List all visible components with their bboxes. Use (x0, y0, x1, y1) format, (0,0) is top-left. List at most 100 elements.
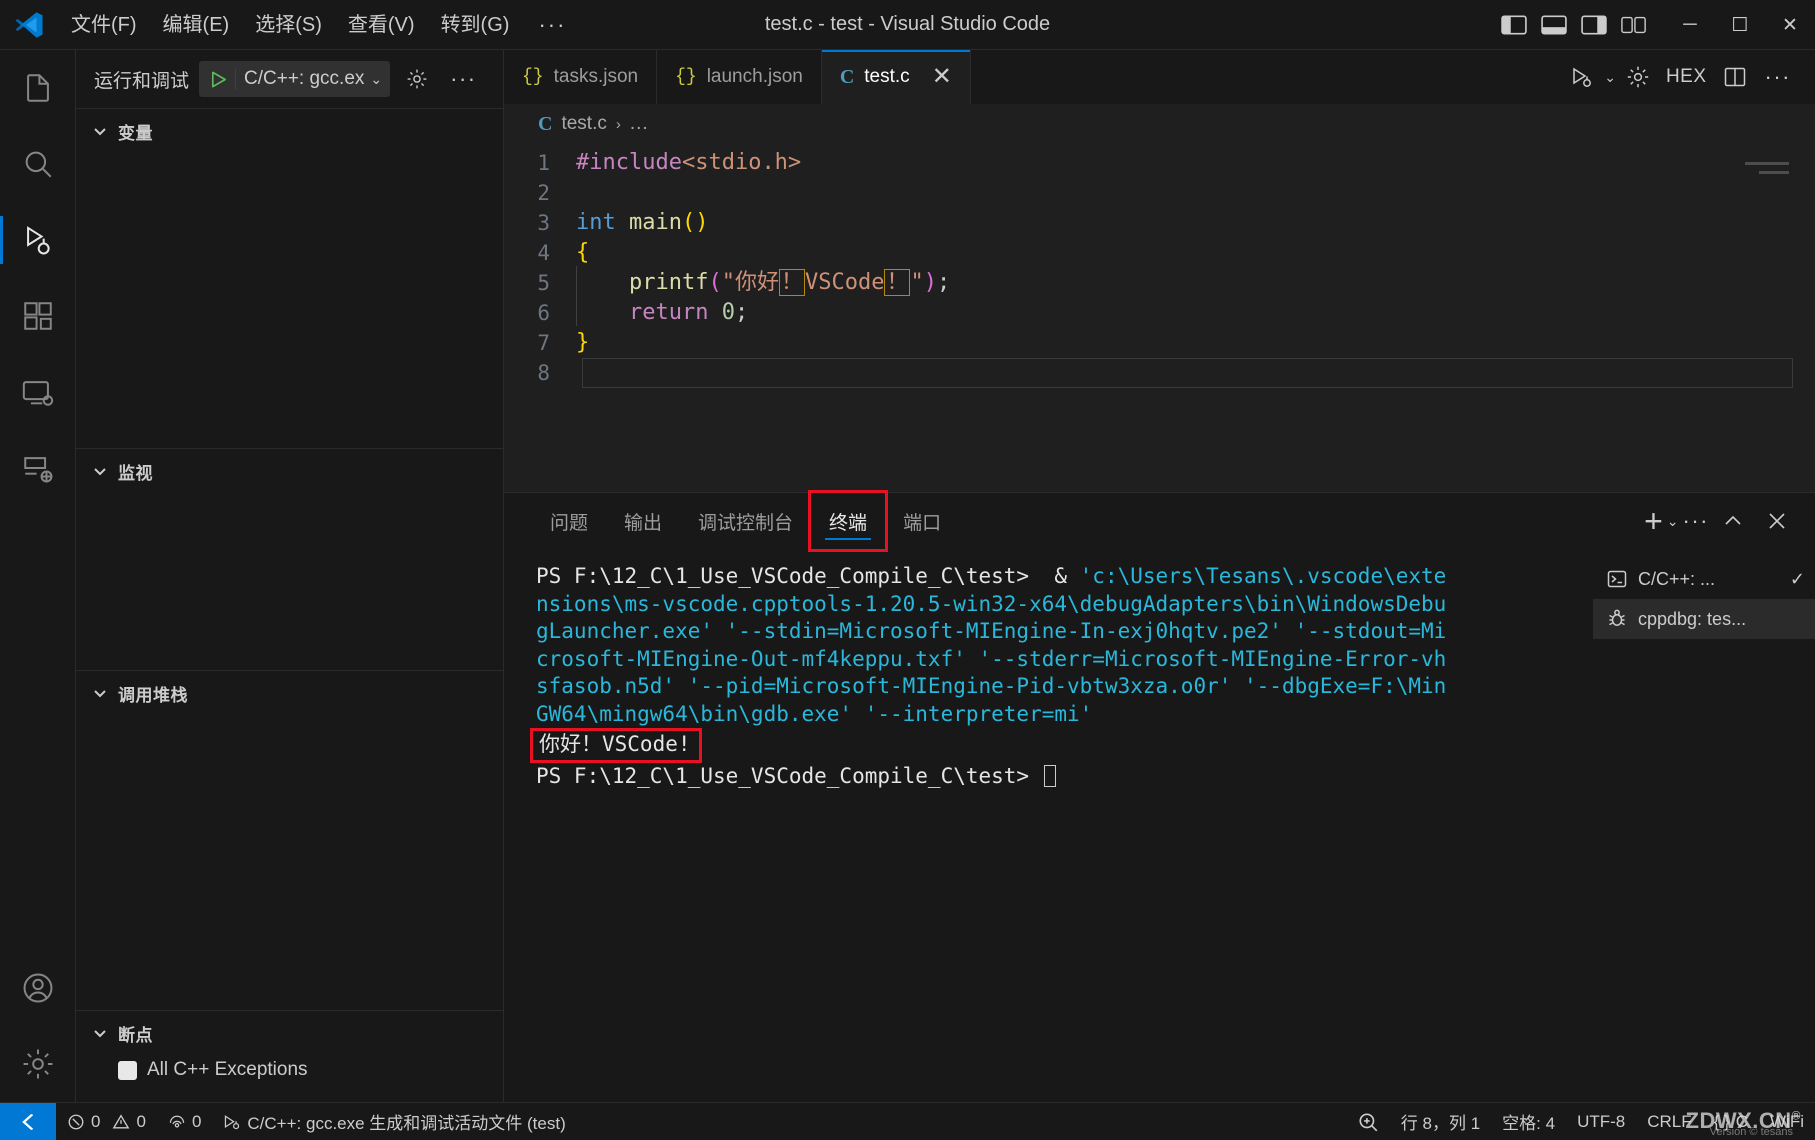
chevron-down-icon[interactable]: ⌄ (366, 71, 386, 88)
activity-extensions-icon[interactable] (0, 278, 76, 354)
cursor-position-status[interactable]: 行 8，列 1 (1390, 1103, 1491, 1140)
json-file-icon: {} (675, 67, 697, 87)
chevron-down-icon[interactable] (90, 683, 110, 703)
activity-remote-explorer-icon[interactable] (0, 354, 76, 430)
debug-views-more-button[interactable]: ··· (444, 66, 482, 92)
port-count: 0 (191, 1111, 202, 1131)
activity-settings-gear-icon[interactable] (0, 1026, 76, 1102)
activity-explorer-icon[interactable] (0, 50, 76, 126)
minimize-button[interactable]: ─ (1665, 0, 1715, 50)
menu-file[interactable]: 文件(F) (58, 0, 150, 50)
menu-go[interactable]: 转到(G) (428, 0, 523, 50)
tab-label: tasks.json (553, 66, 639, 87)
tab-launch-json[interactable]: {} launch.json (657, 50, 822, 104)
breakpoints-pane-header[interactable]: 断点 (76, 1011, 503, 1055)
remote-window-indicator[interactable] (0, 1102, 56, 1140)
new-terminal-button[interactable]: + (1644, 505, 1663, 537)
editor-settings-gear-icon[interactable] (1618, 57, 1658, 97)
activity-search-icon[interactable] (0, 126, 76, 202)
breadcrumb-file[interactable]: test.c (561, 113, 606, 135)
close-panel-icon[interactable] (1757, 501, 1797, 541)
call-stack-pane-header[interactable]: 调用堆栈 (76, 671, 503, 715)
menu-bar[interactable]: 文件(F) 编辑(E) 选择(S) 查看(V) 转到(G) ··· (58, 0, 582, 49)
customize-layout-icon[interactable] (1617, 10, 1651, 40)
tab-test-c[interactable]: C test.c ✕ (821, 50, 971, 104)
chevron-down-icon[interactable] (90, 461, 110, 481)
chevron-down-icon[interactable] (90, 121, 110, 141)
watch-pane-header[interactable]: 监视 (76, 449, 503, 493)
close-tab-icon[interactable]: ✕ (932, 65, 952, 89)
panel-tab-output[interactable]: 输出 (606, 493, 680, 549)
launch-configuration-select[interactable]: C/C++: gcc.ex ⌄ (199, 61, 391, 97)
hex-editor-button[interactable]: HEX (1660, 66, 1713, 88)
breakpoint-list-item[interactable]: All C++ Exceptions (76, 1055, 503, 1081)
toggle-primary-sidebar-icon[interactable] (1497, 10, 1531, 40)
screencast-mode-icon[interactable] (1346, 1103, 1390, 1140)
c-file-icon: C (538, 112, 553, 135)
editor-area: {} tasks.json {} launch.json C test.c ✕ (504, 50, 1815, 1102)
split-editor-icon[interactable] (1715, 57, 1755, 97)
terminal-cursor (1043, 764, 1056, 787)
panel-action-bar: + ⌄ ··· (1644, 501, 1797, 541)
chevron-down-icon[interactable]: ⌄ (1667, 513, 1679, 530)
eol-status[interactable]: CRLF (1636, 1103, 1702, 1140)
terminal-list-item-cpp[interactable]: C/C++: ... ✓ (1593, 559, 1815, 599)
line-text: int main() (576, 210, 709, 235)
code-editor[interactable]: 1 #include<stdio.h> 2 3 int main() 4 {5… (504, 144, 1815, 492)
watermark-subtitle: Version © tesans (1709, 1126, 1793, 1138)
activity-testing-icon[interactable] (0, 430, 76, 506)
activity-run-debug-icon[interactable] (0, 202, 76, 278)
breadcrumb-symbol[interactable]: ... (630, 113, 649, 135)
code-content[interactable]: 1 #include<stdio.h> 2 3 int main() 4 {5… (504, 144, 1815, 388)
panel-tab-ports[interactable]: 端口 (885, 493, 959, 549)
menu-overflow-button[interactable]: ··· (522, 0, 582, 50)
ports-status[interactable]: 0 (157, 1103, 212, 1140)
status-bar: 0 0 0 C/C++: gcc.exe 生成和调试活动文件 (test) 行 … (0, 1102, 1815, 1140)
open-launch-json-gear-icon[interactable] (400, 62, 434, 96)
menu-edit[interactable]: 编辑(E) (150, 0, 243, 50)
maximize-panel-icon[interactable] (1713, 501, 1753, 541)
terminal-line: crosoft-MIEngine-Out-mf4keppu.txf' '--st… (536, 646, 1447, 671)
tab-tasks-json[interactable]: {} tasks.json (504, 50, 658, 104)
problems-status[interactable]: 0 0 (56, 1103, 157, 1140)
chevron-down-icon[interactable]: ⌄ (1604, 69, 1616, 86)
terminal-list-item-label: C/C++: ... (1638, 568, 1716, 589)
activity-accounts-icon[interactable] (0, 950, 76, 1026)
editor-more-actions-button[interactable]: ··· (1757, 64, 1799, 90)
panel-tab-label: 终端 (829, 512, 868, 534)
panel-tab-debug-console[interactable]: 调试控制台 (680, 493, 811, 549)
bottom-panel: 问题 输出 调试控制台 终端 端口 + ⌄ ··· PS F:\12_C\1_U… (504, 490, 1815, 1102)
terminal-output[interactable]: PS F:\12_C\1_Use_VSCode_Compile_C\test> … (504, 549, 1593, 1102)
minimap-marker (1745, 162, 1789, 165)
toggle-panel-icon[interactable] (1537, 10, 1571, 40)
variables-pane-header[interactable]: 变量 (76, 109, 503, 153)
debug-bug-icon (1605, 609, 1629, 629)
line-number: 8 (537, 361, 550, 385)
terminal-list-item-cppdbg[interactable]: cppdbg: tes... (1593, 599, 1815, 639)
terminal-prompt-text: PS F:\12_C\1_Use_VSCode_Compile_C\test> … (536, 564, 1080, 588)
debug-task-status[interactable]: C/C++: gcc.exe 生成和调试活动文件 (test) (212, 1103, 576, 1140)
run-or-debug-icon[interactable] (1562, 57, 1602, 97)
breakpoint-checkbox[interactable] (118, 1060, 137, 1080)
encoding-status[interactable]: UTF-8 (1566, 1103, 1636, 1140)
indentation-status[interactable]: 空格: 4 (1491, 1103, 1566, 1140)
code-line: 4 { (504, 238, 1815, 268)
error-count: 0 (91, 1111, 101, 1131)
breadcrumb[interactable]: C test.c › ... (504, 104, 1815, 144)
call-stack-pane-title: 调用堆栈 (118, 685, 188, 705)
menu-selection[interactable]: 选择(S) (242, 0, 335, 50)
chevron-down-icon[interactable] (90, 1023, 110, 1043)
close-window-button[interactable]: ✕ (1765, 0, 1815, 50)
menu-view[interactable]: 查看(V) (335, 0, 428, 50)
panel-tab-problems[interactable]: 问题 (532, 493, 606, 549)
c-file-icon: C (839, 65, 855, 88)
tab-label: test.c (864, 66, 910, 87)
panel-more-actions-button[interactable]: ··· (1683, 508, 1709, 534)
start-debugging-icon[interactable] (205, 70, 231, 89)
panel-tab-terminal[interactable]: 终端 (808, 490, 889, 552)
toggle-secondary-sidebar-icon[interactable] (1577, 10, 1611, 40)
panel-tab-label: 输出 (624, 512, 663, 534)
maximize-button[interactable]: ☐ (1715, 0, 1765, 50)
variables-pane-body (76, 153, 503, 448)
terminal-list: C/C++: ... ✓ cppdbg: tes... (1593, 549, 1815, 1102)
